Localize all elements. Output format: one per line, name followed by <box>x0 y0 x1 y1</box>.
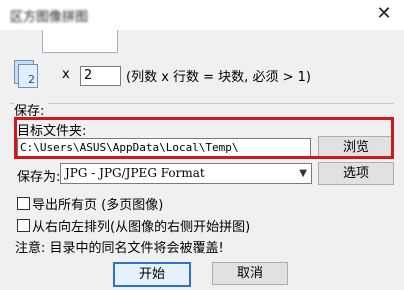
format-select-value: JPG - JPG/JPEG Format <box>65 166 205 180</box>
cancel-button[interactable]: 取消 <box>212 262 288 285</box>
multiply-label: x <box>62 67 70 82</box>
export-all-pages-label[interactable]: 导出所有页 (多页图像) <box>32 194 163 213</box>
start-button[interactable]: 开始 <box>113 262 191 287</box>
right-to-left-label[interactable]: 从右向左排列(从图像的右侧开始拼图) <box>32 216 250 235</box>
target-folder-label: 目标文件夹: <box>17 124 87 139</box>
title-bar: 区方图像拼图 ✕ <box>0 0 404 30</box>
tile-number: 2 <box>28 73 35 86</box>
chevron-down-icon[interactable]: ▼ <box>299 164 307 183</box>
grid-hint: (列数 x 行数 = 块数, 必须 > 1) <box>126 70 311 85</box>
export-all-pages-checkbox[interactable] <box>17 197 30 210</box>
columns-input[interactable] <box>42 30 118 53</box>
tile-stack-icon: 2 <box>14 60 38 88</box>
target-folder-input[interactable]: C:\Users\ASUS\AppData\Local\Temp\ <box>17 138 311 157</box>
close-icon[interactable]: ✕ <box>374 4 394 24</box>
right-to-left-checkbox[interactable] <box>17 219 30 232</box>
options-button[interactable]: 选项 <box>318 162 394 185</box>
browse-button[interactable]: 浏览 <box>318 136 394 159</box>
format-select[interactable]: JPG - JPG/JPEG Format ▼ <box>60 163 312 184</box>
save-group-label: 保存: <box>14 100 49 119</box>
tile-front: 2 <box>18 64 38 88</box>
window-title: 区方图像拼图 <box>10 10 89 25</box>
rows-input[interactable]: 2 <box>80 66 121 86</box>
save-as-label: 保存为: <box>17 170 61 185</box>
save-group-divider <box>10 103 394 104</box>
overwrite-notice: 注意: 目录中的同名文件将会被覆盖! <box>15 241 224 256</box>
